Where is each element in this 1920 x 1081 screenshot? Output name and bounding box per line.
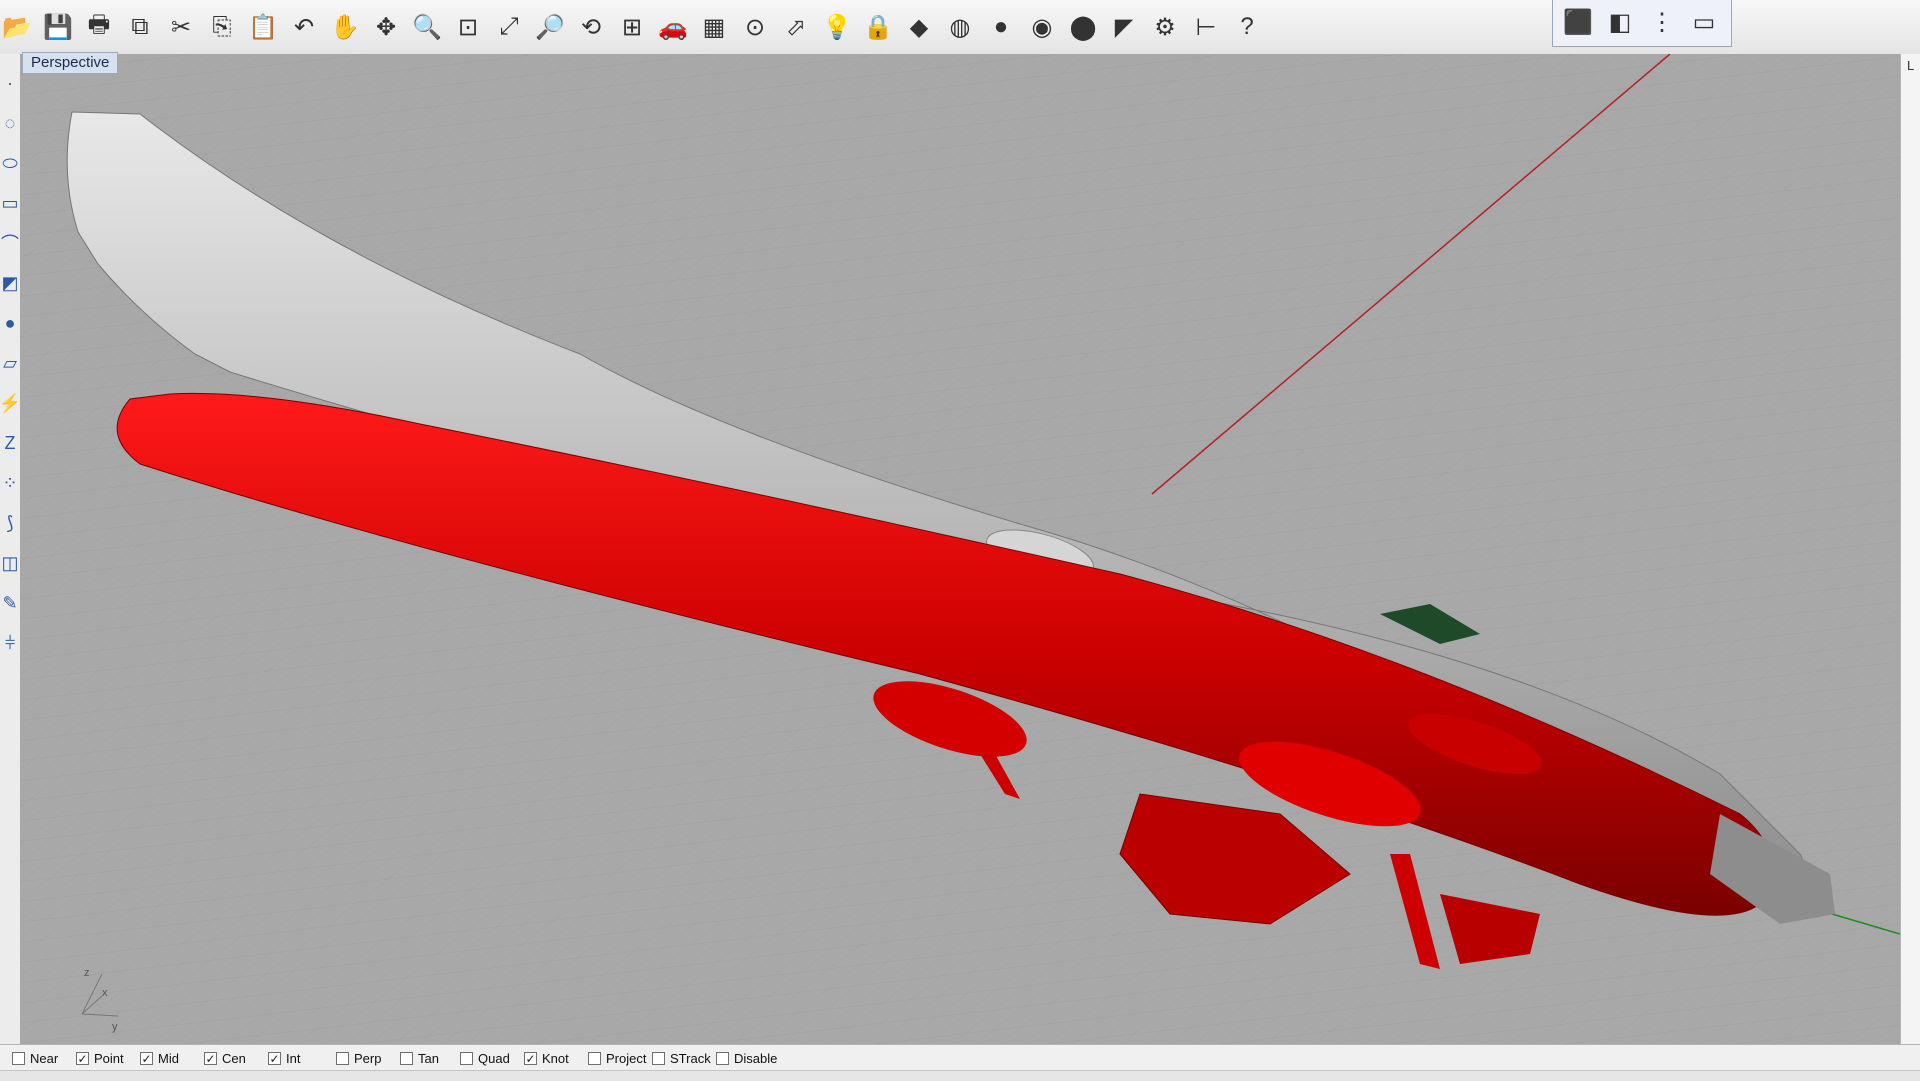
rotate-view-icon[interactable]: ✥ <box>369 9 403 45</box>
view-toolbar: ⬛ ◧ ⋮ ▭ <box>1552 0 1732 47</box>
copy-icon[interactable]: ⎘ <box>205 9 239 45</box>
fillet-tool-icon[interactable]: ⌒ <box>0 228 20 258</box>
cut-icon[interactable]: ✂ <box>164 9 198 45</box>
osnap-label: STrack <box>670 1050 711 1066</box>
dimension-tool-icon[interactable]: ✎ <box>0 588 20 618</box>
zoom-icon[interactable]: 🔍 <box>410 9 444 45</box>
undo-view-icon[interactable]: ⟲ <box>574 9 608 45</box>
osnap-perp[interactable]: Perp <box>336 1049 381 1067</box>
osnap-cen[interactable]: ✓ Cen <box>204 1049 246 1067</box>
osnap-checkbox[interactable]: ✓ <box>204 1051 217 1065</box>
osnap-label: Quad <box>478 1050 510 1066</box>
mesh-tool-icon[interactable]: ▱ <box>0 348 20 378</box>
osnap-mid[interactable]: ✓ Mid <box>140 1049 179 1067</box>
top-view-icon[interactable]: ◧ <box>1603 4 1637 40</box>
left-toolbar: · ◌ ⬭ ▭ ⌒ ◩ ● ▱ ⚡ Z ⁘ ⟆ ◫ ✎ ⫩ <box>0 54 21 1044</box>
save-icon[interactable]: 💾 <box>41 9 75 45</box>
osnap-checkbox[interactable]: ✓ <box>140 1051 153 1065</box>
status-bar <box>0 1070 1920 1081</box>
osnap-checkbox[interactable] <box>716 1051 729 1065</box>
paste-icon[interactable]: 📋 <box>246 9 280 45</box>
gizmo-x-label: x <box>102 987 108 999</box>
dimension-icon[interactable]: ⊢ <box>1189 9 1223 45</box>
render-icon[interactable]: ⬤ <box>1066 9 1100 45</box>
undo-icon[interactable]: ↶ <box>287 9 321 45</box>
osnap-label: Near <box>30 1050 59 1066</box>
print-icon[interactable]: 🖶 <box>82 9 116 45</box>
rectangle-tool-icon[interactable]: ▭ <box>0 188 20 218</box>
named-view-icon[interactable]: 🚗 <box>656 9 690 45</box>
right-panel-label: L <box>1907 58 1915 73</box>
osnap-label: Point <box>94 1050 124 1066</box>
color-wheel-icon[interactable]: ◍ <box>943 9 977 45</box>
split-tool-icon[interactable]: ⚡ <box>0 388 21 418</box>
copy-window-icon[interactable]: ⧉ <box>123 9 157 45</box>
light-icon[interactable]: 💡 <box>820 9 854 45</box>
transform-tool-icon[interactable]: Z <box>0 428 20 458</box>
select-icon[interactable]: ⬀ <box>779 9 813 45</box>
help-icon[interactable]: ? <box>1230 9 1264 45</box>
points-on-tool-icon[interactable]: ⁘ <box>0 468 20 498</box>
osnap-bar: Near ✓ Point ✓ Mid ✓ Cen ✓ Int Perp Tan Quad ✓ Knot Pr… <box>0 1044 1920 1071</box>
properties-icon[interactable]: ◤ <box>1107 9 1141 45</box>
grid-icon[interactable]: ▦ <box>697 9 731 45</box>
osnap-quad[interactable]: Quad <box>460 1049 510 1067</box>
object-snap-icon[interactable]: ⊙ <box>738 9 772 45</box>
osnap-label: Project <box>606 1050 647 1066</box>
osnap-label: Disable <box>734 1050 778 1066</box>
solid-tool-icon[interactable]: ● <box>0 308 20 338</box>
analyze-tool-icon[interactable]: ◫ <box>0 548 20 578</box>
osnap-knot[interactable]: ✓ Knot <box>524 1049 569 1067</box>
osnap-point[interactable]: ✓ Point <box>76 1049 124 1067</box>
four-viewports-icon[interactable]: ⊞ <box>615 9 649 45</box>
curve-tool-icon[interactable]: ◌ <box>0 108 20 138</box>
osnap-label: Tan <box>418 1050 439 1066</box>
osnap-checkbox[interactable]: ✓ <box>524 1051 537 1065</box>
zoom-selected-icon[interactable]: 🔎 <box>533 9 567 45</box>
osnap-checkbox[interactable] <box>336 1051 349 1065</box>
osnap-disable[interactable]: Disable <box>716 1049 777 1067</box>
osnap-label: Mid <box>158 1050 179 1066</box>
osnap-tan[interactable]: Tan <box>400 1049 439 1067</box>
osnap-label: Knot <box>542 1050 569 1066</box>
osnap-project[interactable]: Project <box>588 1049 646 1067</box>
ellipse-tool-icon[interactable]: ⬭ <box>0 148 20 178</box>
osnap-checkbox[interactable] <box>588 1051 601 1065</box>
osnap-strack[interactable]: STrack <box>652 1049 711 1067</box>
osnap-checkbox[interactable]: ✓ <box>76 1051 89 1065</box>
viewport-canvas: z x y <box>20 54 1900 1044</box>
osnap-label: Int <box>286 1050 301 1066</box>
rendered-sphere-icon[interactable]: ◉ <box>1025 9 1059 45</box>
osnap-checkbox[interactable] <box>460 1051 473 1065</box>
zoom-extents-icon[interactable]: ⤢ <box>492 9 526 45</box>
options-icon[interactable]: ⚙ <box>1148 9 1182 45</box>
osnap-int[interactable]: ✓ Int <box>268 1049 300 1067</box>
gizmo-z-label: z <box>84 967 90 979</box>
front-view-icon[interactable]: ⋮ <box>1645 4 1679 40</box>
open-icon[interactable]: 📂 <box>0 9 34 45</box>
point-tool-icon[interactable]: · <box>0 68 20 98</box>
zoom-window-icon[interactable]: ⊡ <box>451 9 485 45</box>
gizmo-y-label: y <box>112 1021 118 1033</box>
osnap-checkbox[interactable]: ✓ <box>268 1051 281 1065</box>
osnap-near[interactable]: Near <box>12 1049 58 1067</box>
shaded-sphere-icon[interactable]: ● <box>984 9 1018 45</box>
right-panel-strip: L <box>1900 54 1920 1044</box>
perspective-view-icon[interactable]: ⬛ <box>1561 4 1595 40</box>
array-tool-icon[interactable]: ⟆ <box>0 508 20 538</box>
perspective-viewport[interactable]: z x y <box>20 54 1900 1044</box>
osnap-checkbox[interactable] <box>652 1051 665 1065</box>
layer-icon[interactable]: ◆ <box>902 9 936 45</box>
render-tool-icon[interactable]: ⫩ <box>0 628 20 658</box>
osnap-checkbox[interactable] <box>12 1051 25 1065</box>
viewport-title-tab[interactable]: Perspective <box>22 52 119 74</box>
lock-icon[interactable]: 🔒 <box>861 9 895 45</box>
surface-tool-icon[interactable]: ◩ <box>0 268 20 298</box>
osnap-checkbox[interactable] <box>400 1051 413 1065</box>
osnap-label: Perp <box>354 1050 382 1066</box>
osnap-label: Cen <box>222 1050 246 1066</box>
pan-icon[interactable]: ✋ <box>328 9 362 45</box>
right-view-icon[interactable]: ▭ <box>1687 4 1721 40</box>
